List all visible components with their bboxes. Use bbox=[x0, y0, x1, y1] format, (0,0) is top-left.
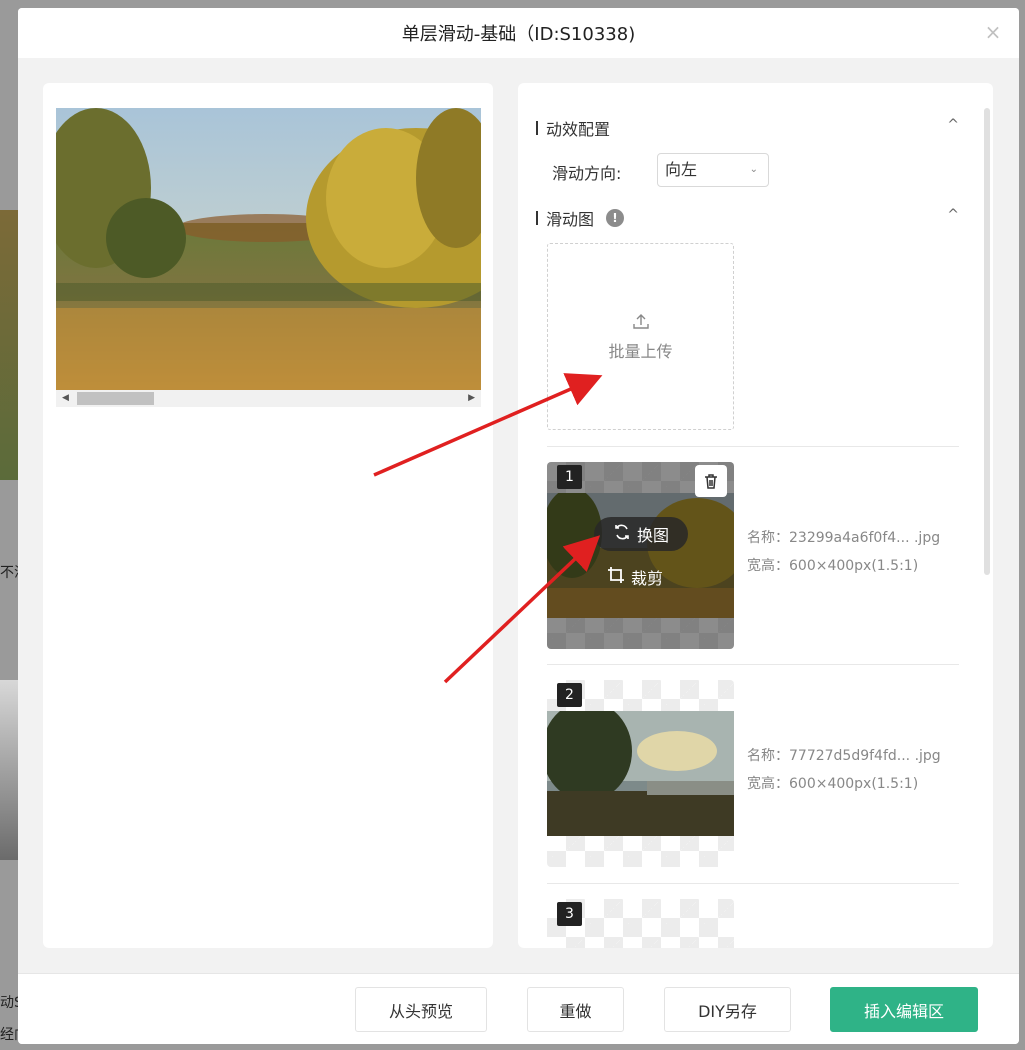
chevron-down-icon: ⌄ bbox=[749, 164, 758, 175]
image-size: 宽高：600×400px(1.5:1) bbox=[747, 558, 919, 574]
image-meta: 名称：23299a4a6f0f4... .jpg 宽高：600×400px(1.… bbox=[747, 524, 940, 580]
direction-label: 滑动方向: bbox=[552, 164, 622, 183]
crop-image-button[interactable]: 裁剪 bbox=[607, 565, 663, 589]
divider bbox=[547, 664, 959, 665]
horizontal-scrollbar[interactable]: ◀ ▶ bbox=[56, 390, 481, 407]
scroll-left-icon[interactable]: ◀ bbox=[62, 393, 69, 403]
image-name: 名称：23299a4a6f0f4... .jpg bbox=[747, 530, 941, 546]
divider bbox=[547, 883, 959, 884]
preview-panel: ◀ ▶ bbox=[43, 83, 493, 948]
slide-image-card[interactable]: 3 bbox=[547, 899, 734, 948]
crop-icon bbox=[607, 566, 625, 588]
image-size: 宽高：600×400px(1.5:1) bbox=[747, 776, 919, 792]
redo-button[interactable]: 重做 bbox=[527, 987, 624, 1032]
scrollbar-thumb[interactable] bbox=[77, 392, 154, 405]
vertical-scrollbar[interactable] bbox=[984, 108, 990, 575]
image-index-badge: 3 bbox=[557, 902, 582, 926]
slide-image-thumbnail bbox=[547, 711, 734, 836]
trash-icon[interactable] bbox=[695, 465, 727, 497]
direction-value: 向左 bbox=[665, 160, 698, 179]
modal-footer: 从头预览 重做 DIY另存 插入编辑区 bbox=[18, 973, 1019, 1044]
close-icon[interactable]: × bbox=[983, 22, 1003, 42]
insert-editor-button[interactable]: 插入编辑区 bbox=[830, 987, 978, 1032]
crop-image-label: 裁剪 bbox=[631, 569, 664, 588]
collapse-caret-icon[interactable]: ^ bbox=[947, 117, 959, 133]
upload-label: 批量上传 bbox=[608, 341, 673, 361]
divider bbox=[547, 446, 959, 447]
modal-title: 单层滑动-基础（ID:S10338) bbox=[401, 24, 636, 45]
scroll-right-icon[interactable]: ▶ bbox=[468, 393, 475, 403]
replace-image-label: 换图 bbox=[636, 526, 669, 545]
image-index-badge: 2 bbox=[557, 683, 582, 707]
section-marker bbox=[536, 211, 538, 225]
preview-image bbox=[56, 108, 481, 390]
modal-header: 单层滑动-基础（ID:S10338) × bbox=[18, 8, 1019, 58]
upload-icon bbox=[632, 312, 650, 334]
slide-image-card[interactable]: 1 换图 裁剪 bbox=[547, 462, 734, 649]
preview-from-start-button[interactable]: 从头预览 bbox=[355, 987, 487, 1032]
direction-select[interactable]: 向左 ⌄ bbox=[657, 153, 769, 187]
effect-config-header[interactable]: 动效配置 bbox=[536, 117, 610, 139]
replace-image-button[interactable]: 换图 bbox=[594, 517, 688, 551]
section-title: 动效配置 bbox=[546, 120, 611, 139]
image-meta: 名称：77727d5d9f4fd... .jpg 宽高：600×400px(1.… bbox=[747, 742, 941, 798]
image-name: 名称：77727d5d9f4fd... .jpg bbox=[747, 748, 941, 764]
info-icon[interactable]: ! bbox=[606, 209, 625, 227]
modal-dialog: 单层滑动-基础（ID:S10338) × ◀ ▶ 动效配置 ^ 滑动方向: 向左… bbox=[18, 8, 1019, 1044]
diy-save-button[interactable]: DIY另存 bbox=[664, 987, 791, 1032]
background-thumbnail bbox=[0, 680, 18, 860]
slide-images-header[interactable]: 滑动图 ! bbox=[536, 207, 625, 229]
background-thumbnail bbox=[0, 210, 18, 480]
slide-image-card[interactable]: 2 bbox=[547, 680, 734, 867]
config-panel: 动效配置 ^ 滑动方向: 向左 ⌄ 滑动图 ! ^ 批量上传 1 换图 裁剪 名… bbox=[518, 83, 993, 948]
collapse-caret-icon[interactable]: ^ bbox=[947, 207, 959, 223]
image-index-badge: 1 bbox=[557, 465, 582, 489]
batch-upload-button[interactable]: 批量上传 bbox=[547, 243, 734, 430]
refresh-icon bbox=[613, 523, 631, 545]
section-marker bbox=[536, 121, 538, 135]
section-title: 滑动图 bbox=[546, 210, 595, 229]
